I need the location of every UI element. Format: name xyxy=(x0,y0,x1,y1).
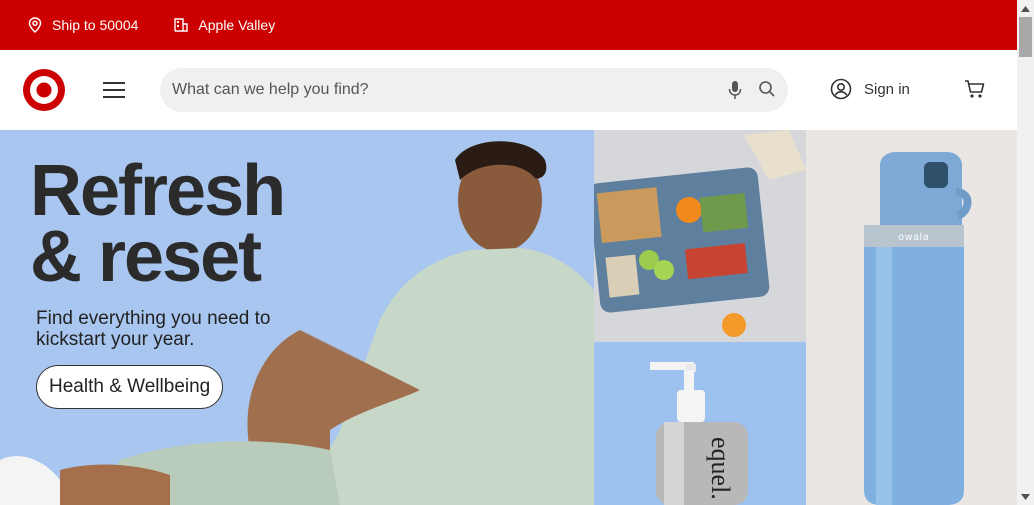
target-logo[interactable] xyxy=(22,68,66,112)
water-bottle-image: owala xyxy=(806,130,1017,505)
water-bottle-tile[interactable]: owala xyxy=(806,130,1017,505)
scroll-down-arrow-icon[interactable] xyxy=(1017,488,1034,505)
search-icon[interactable] xyxy=(758,80,776,98)
location-pin-icon xyxy=(28,17,42,33)
vertical-scrollbar[interactable] xyxy=(1017,0,1034,505)
hero-title: Refresh & reset xyxy=(30,151,286,297)
sign-in-button[interactable]: Sign in xyxy=(830,78,910,100)
utility-bar: Ship to 50004 Apple Valley xyxy=(0,0,1017,50)
site-header: Sign in xyxy=(0,50,1017,130)
ship-to-label: Ship to 50004 xyxy=(52,17,139,33)
scroll-up-arrow-icon[interactable] xyxy=(1017,0,1034,17)
store-icon xyxy=(174,18,189,32)
health-wellbeing-button[interactable]: Health & Wellbeing xyxy=(36,365,224,409)
hero-title-line1: Refresh xyxy=(30,151,286,231)
soap-bottle-image: equel. xyxy=(594,342,806,505)
store-link[interactable]: Apple Valley xyxy=(174,17,275,33)
hamburger-menu-icon[interactable] xyxy=(102,78,126,102)
search-bar xyxy=(160,68,788,112)
soap-brand-text: equel. xyxy=(706,437,735,500)
hero-title-line2: & reset xyxy=(30,217,262,297)
lunchbox-image xyxy=(594,130,806,342)
sign-in-label: Sign in xyxy=(864,80,910,98)
soap-tile[interactable]: equel. xyxy=(594,342,806,505)
scrollbar-thumb[interactable] xyxy=(1019,17,1032,57)
cart-icon[interactable] xyxy=(964,79,986,99)
hero-banner[interactable]: Refresh & reset Find everything you need… xyxy=(0,130,594,505)
lunchbox-tile[interactable] xyxy=(594,130,806,342)
hero-subtitle: Find everything you need to kickstart yo… xyxy=(36,308,271,350)
bottle-brand-text: owala xyxy=(898,232,929,243)
microphone-icon[interactable] xyxy=(728,80,742,100)
store-label: Apple Valley xyxy=(198,17,276,33)
ship-to-link[interactable]: Ship to 50004 xyxy=(28,17,138,33)
search-input[interactable] xyxy=(172,81,712,99)
account-icon xyxy=(830,78,852,100)
